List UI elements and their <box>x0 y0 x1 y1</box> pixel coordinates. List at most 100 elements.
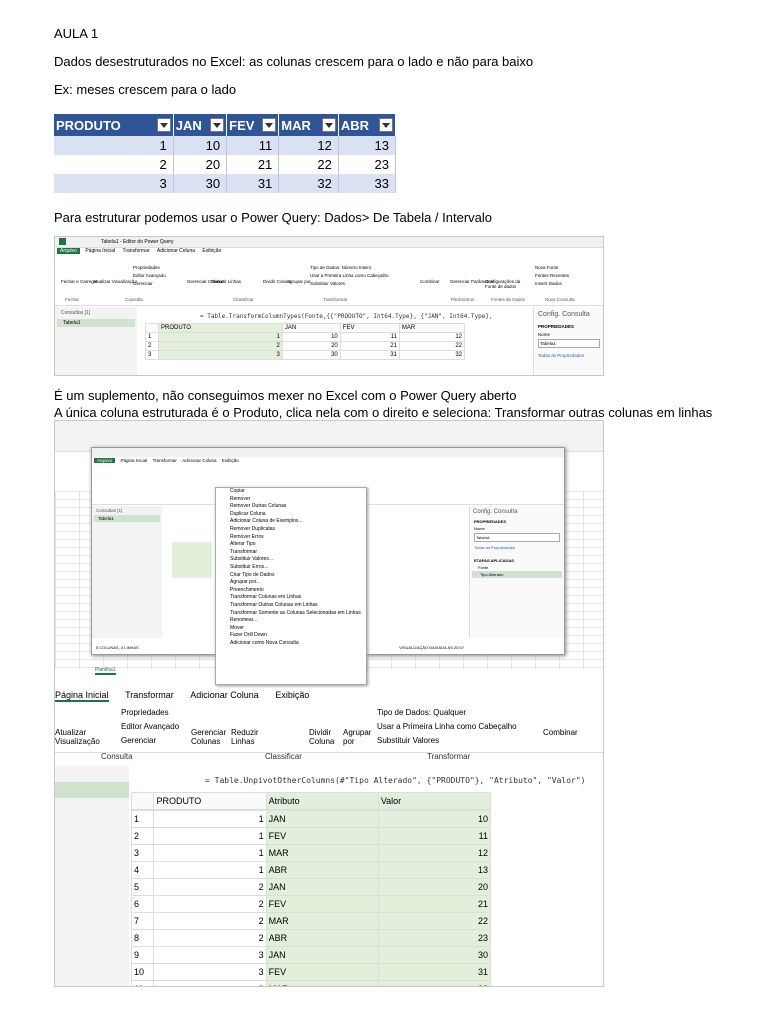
menu-item[interactable]: Duplicar Coluna <box>216 511 366 519</box>
cell[interactable]: 3 <box>54 174 174 193</box>
menu-item[interactable]: Remover Duplicatas <box>216 526 366 534</box>
column-header-mar[interactable]: MAR <box>398 323 466 333</box>
cell[interactable]: 10 <box>130 963 155 981</box>
tab-adicionar-coluna[interactable]: Adicionar Coluna <box>182 458 216 463</box>
header-abr[interactable]: ABR <box>338 114 397 136</box>
cell[interactable]: 21 <box>377 895 492 913</box>
manage-button[interactable]: Gerenciar <box>121 736 156 745</box>
cell[interactable]: 31 <box>226 174 280 193</box>
cell[interactable]: 11 <box>130 980 155 986</box>
menu-item[interactable]: Adicionar Coluna de Exemplos... <box>216 518 366 526</box>
cell[interactable]: 23 <box>377 929 492 947</box>
cell[interactable]: 33 <box>338 174 397 193</box>
all-properties-link[interactable]: Todas as Propriedades <box>470 543 564 552</box>
menu-item[interactable]: Adicionar como Nova Consulta <box>216 640 366 648</box>
combine-button[interactable]: Combinar <box>420 279 440 284</box>
cell[interactable]: 2 <box>153 895 267 913</box>
cell[interactable]: 3 <box>153 963 267 981</box>
cell[interactable]: 2 <box>153 878 267 896</box>
combine-button[interactable]: Combinar <box>543 728 578 737</box>
menu-item[interactable]: Transformar <box>216 549 366 557</box>
menu-item-unpivot-other-columns[interactable]: Transformar Outras Colunas em Linhas <box>216 602 366 610</box>
cell[interactable]: 3 <box>130 844 155 862</box>
cell[interactable]: 30 <box>377 946 492 964</box>
tab-pagina-inicial[interactable]: Página Inicial <box>55 690 109 702</box>
cell[interactable]: 20 <box>173 155 228 174</box>
cell[interactable]: 11 <box>377 827 492 845</box>
name-input[interactable]: Tabela1 <box>474 533 560 542</box>
cell[interactable]: FEV <box>265 963 379 981</box>
menu-item[interactable]: Transformar Somente as Colunas Seleciona… <box>216 610 366 618</box>
sheet-tab[interactable]: Planilha1 <box>95 667 116 675</box>
cell[interactable]: JAN <box>265 878 379 896</box>
tab-transformar[interactable]: Transformar <box>122 248 149 254</box>
cell[interactable]: FEV <box>265 827 379 845</box>
cell[interactable]: 1 <box>153 827 267 845</box>
cell[interactable]: JAN <box>265 946 379 964</box>
replace-values-button[interactable]: Substituir Valores <box>377 736 439 745</box>
cell[interactable]: 23 <box>338 155 397 174</box>
name-input[interactable]: Tabela1 <box>538 339 600 348</box>
split-column-button[interactable]: Dividir Coluna <box>309 728 343 746</box>
filter-dropdown-icon[interactable] <box>379 118 393 132</box>
cell[interactable]: 13 <box>338 136 397 155</box>
cell[interactable]: 22 <box>377 912 492 930</box>
recent-sources-button[interactable]: Fontes Recentes <box>535 273 569 278</box>
step-item[interactable]: Fonte <box>470 564 564 571</box>
first-row-header-button[interactable]: Usar a Primeira Linha como Cabeçalho <box>310 273 389 278</box>
reduce-rows-button[interactable]: Reduzir Linhas <box>231 728 265 746</box>
formula-bar[interactable]: = Table.UnpivotOtherColumns(#"Tipo Alter… <box>205 776 586 785</box>
tab-arquivo[interactable]: Arquivo <box>94 458 116 463</box>
query-item-selected[interactable] <box>55 782 129 798</box>
cell[interactable]: MAR <box>265 844 379 862</box>
cell[interactable]: FEV <box>265 895 379 913</box>
cell[interactable]: 5 <box>130 878 155 896</box>
cell[interactable]: 6 <box>130 895 155 913</box>
cell[interactable]: 1 <box>153 810 267 828</box>
tab-adicionar-coluna[interactable]: Adicionar Coluna <box>190 690 259 700</box>
replace-values-button[interactable]: Substituir Valores <box>310 281 345 286</box>
cell[interactable]: 31 <box>377 963 492 981</box>
tab-adicionar-coluna[interactable]: Adicionar Coluna <box>157 248 195 254</box>
menu-item[interactable]: Criar Tipo de Dados <box>216 572 366 580</box>
filter-dropdown-icon[interactable] <box>262 118 277 132</box>
cell[interactable]: MAR <box>265 980 379 986</box>
cell[interactable]: 20 <box>377 878 492 896</box>
menu-item[interactable]: Fazer Drill Down <box>216 632 366 640</box>
cell[interactable]: 1 <box>153 861 267 879</box>
query-item-tabela1[interactable]: Tabela1 <box>94 515 160 522</box>
menu-item[interactable]: Transformar Colunas em Linhas <box>216 594 366 602</box>
cell[interactable]: 7 <box>130 912 155 930</box>
cell[interactable]: JAN <box>265 810 379 828</box>
cell[interactable]: 13 <box>377 861 492 879</box>
reduce-rows-button[interactable]: Reduzir Linhas <box>211 279 241 284</box>
query-item-tabela1[interactable]: Tabela1 <box>57 319 135 327</box>
tab-arquivo[interactable]: Arquivo <box>57 248 80 254</box>
enter-data-button[interactable]: Inserir Dados <box>535 281 562 286</box>
cell[interactable]: 3 <box>153 946 267 964</box>
refresh-button[interactable]: Atualizar Visualização <box>93 279 137 284</box>
cell[interactable]: 9 <box>130 946 155 964</box>
cell[interactable]: 21 <box>226 155 280 174</box>
cell[interactable]: MAR <box>265 912 379 930</box>
cell[interactable]: 2 <box>153 912 267 930</box>
cell[interactable]: 2 <box>54 155 174 174</box>
header-jan[interactable]: JAN <box>173 114 228 136</box>
column-header-atributo[interactable]: Atributo <box>265 792 379 810</box>
menu-item[interactable]: Renomear... <box>216 617 366 625</box>
tab-transformar[interactable]: Transformar <box>153 458 177 463</box>
menu-item[interactable]: Mover <box>216 625 366 633</box>
group-by-button[interactable]: Agrupar por <box>343 728 373 746</box>
manage-button[interactable]: Gerenciar <box>133 281 153 286</box>
cell[interactable]: 1 <box>153 844 267 862</box>
header-produto[interactable]: PRODUTO <box>54 114 174 136</box>
all-properties-link[interactable]: Todas as Propriedades <box>534 349 603 362</box>
first-row-header-button[interactable]: Usar a Primeira Linha como Cabeçalho <box>377 722 517 731</box>
step-item[interactable]: Tipo Alterado <box>472 571 562 578</box>
cell[interactable]: 3 <box>153 980 267 986</box>
cell[interactable]: 12 <box>377 844 492 862</box>
cell[interactable]: ABR <box>265 861 379 879</box>
manage-columns-button[interactable]: Gerenciar Colunas <box>191 728 229 746</box>
cell[interactable]: 4 <box>130 861 155 879</box>
group-by-button[interactable]: Agrupar por <box>287 279 311 284</box>
